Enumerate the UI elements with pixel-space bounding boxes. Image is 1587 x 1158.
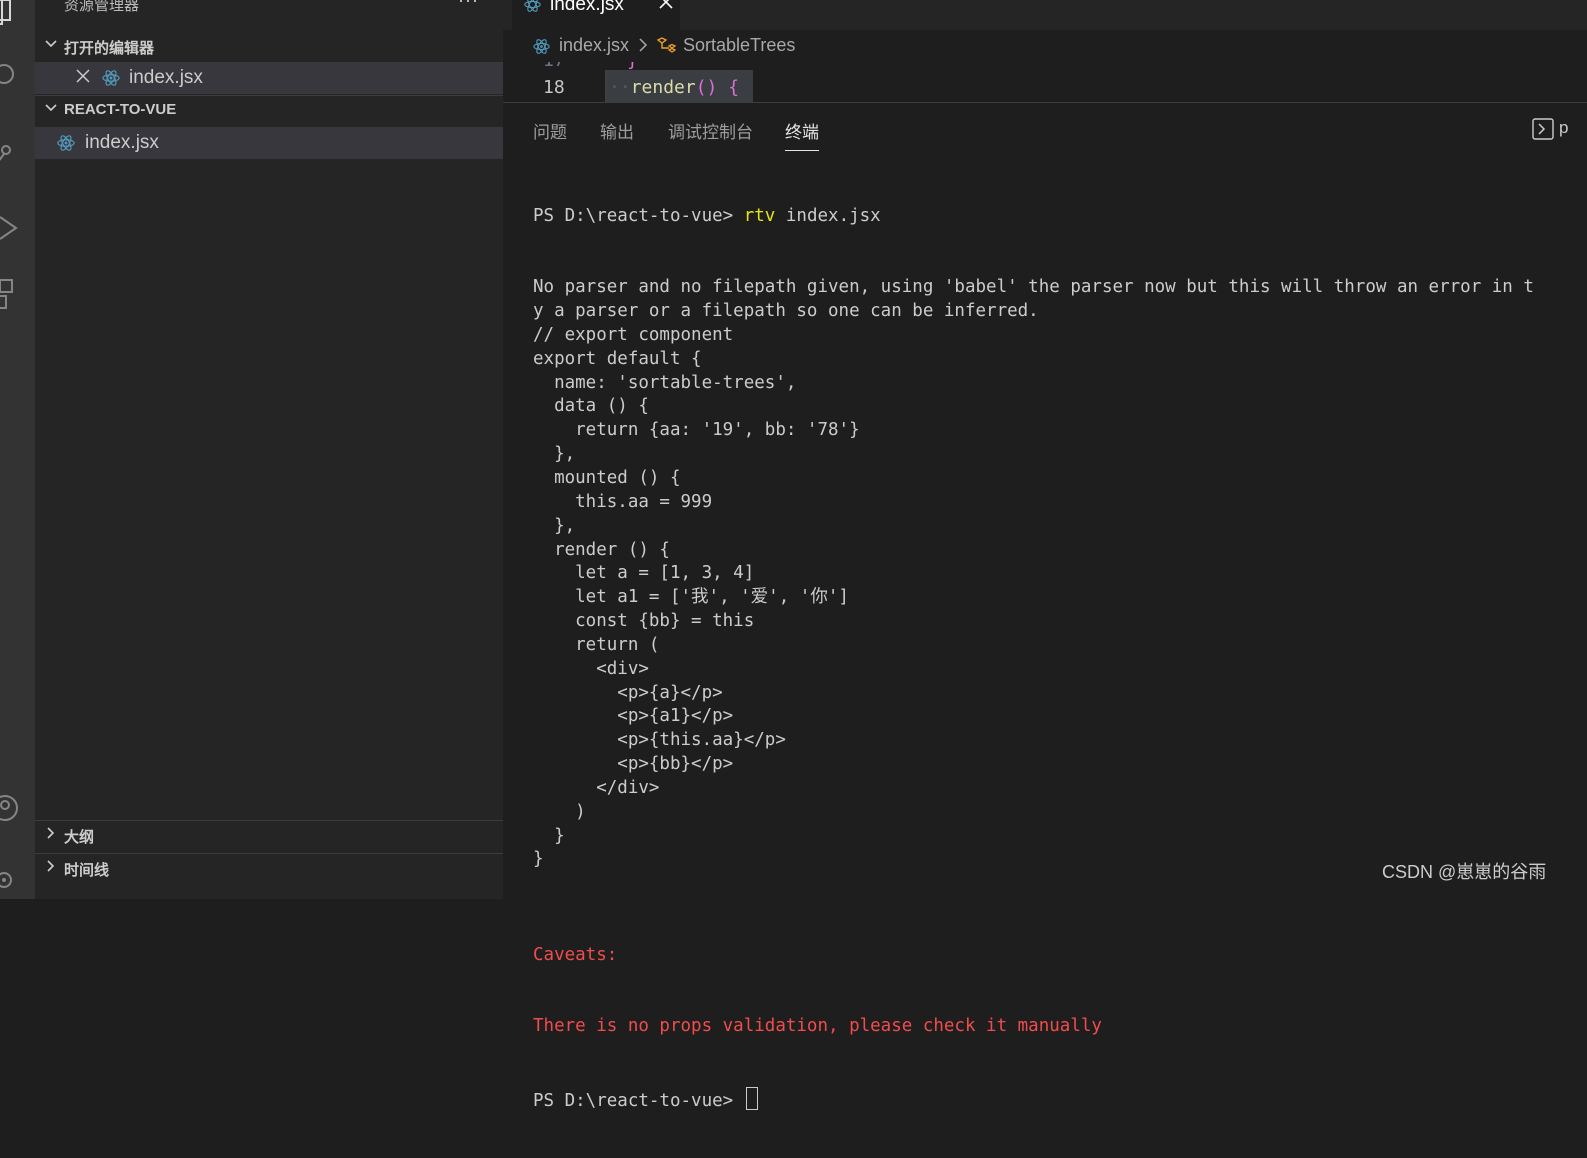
bottom-panel: 问题 输出 调试控制台 终端 p PS D:\react-to-vue> rtv… (503, 103, 1587, 1111)
terminal-line: } (533, 825, 565, 846)
close-icon[interactable] (658, 0, 674, 10)
chevron-right-icon (47, 860, 55, 872)
open-editors-header[interactable]: 打开的编辑器 (35, 32, 503, 60)
outline-header[interactable]: 大纲 (35, 820, 503, 849)
panel-tabs: 问题 输出 调试控制台 终端 p (503, 103, 1587, 151)
terminal-line: this.aa = 999 (533, 491, 713, 512)
chevron-down-icon (45, 104, 57, 112)
terminal-cursor (745, 1086, 758, 1110)
class-symbol-icon (656, 37, 677, 53)
open-editor-label: index.jsx (129, 67, 203, 88)
terminal-line: name: 'sortable-trees', (533, 372, 797, 393)
line-number: 17 (543, 62, 565, 71)
project-folder-header[interactable]: REACT-TO-VUE (35, 95, 503, 124)
source-control-icon[interactable] (0, 134, 35, 174)
breadcrumb-symbol[interactable]: SortableTrees (683, 35, 795, 56)
terminal-line: return {aa: '19', bb: '78'} (533, 420, 860, 441)
line-number: 18 (543, 77, 565, 98)
terminal-line: <p>{this.aa}</p> (533, 730, 786, 751)
timeline-header[interactable]: 时间线 (35, 853, 503, 882)
editor-tab-bar: index.jsx (503, 0, 1587, 30)
file-tree-item[interactable]: index.jsx (35, 127, 503, 159)
tab-terminal[interactable]: 终端 (785, 118, 819, 151)
chevron-down-icon (45, 40, 57, 48)
terminal-line: ) (533, 801, 586, 822)
terminal-lines: No parser and no filepath given, using '… (533, 276, 1534, 896)
terminal-line: <div> (533, 658, 649, 679)
terminal-line: export default { (533, 348, 702, 369)
gear-icon[interactable] (0, 856, 35, 896)
breadcrumb-file[interactable]: index.jsx (559, 35, 629, 56)
file-tree-label: index.jsx (85, 132, 159, 153)
tab-debug-console[interactable]: 调试控制台 (668, 118, 753, 143)
extensions-icon[interactable] (0, 272, 35, 312)
account-icon[interactable] (0, 786, 35, 826)
search-icon[interactable] (0, 56, 35, 96)
terminal-line: No parser and no filepath given, using '… (533, 277, 1534, 298)
terminal-line: }, (533, 444, 576, 465)
terminal-launch-icon[interactable] (1532, 118, 1554, 140)
open-editors-label: 打开的编辑器 (64, 40, 155, 57)
terminal-line: <p>{a1}</p> (533, 706, 734, 727)
project-folder-label: REACT-TO-VUE (64, 101, 177, 118)
react-file-icon (533, 39, 550, 54)
terminal-line: let a = [1, 3, 4] (533, 563, 755, 584)
open-editor-item[interactable]: index.jsx (35, 62, 503, 94)
react-file-icon (102, 70, 120, 86)
terminal-line: y a parser or a filepath so one can be i… (533, 301, 1039, 322)
caveats-message: There is no props validation, please che… (533, 1016, 1102, 1037)
react-file-icon (57, 135, 75, 151)
terminal-line: mounted () { (533, 467, 681, 488)
code-line: ··render() { (609, 77, 740, 98)
breadcrumb: index.jsx SortableTrees (503, 30, 1587, 62)
activity-bar (0, 0, 35, 899)
terminal-line: <p>{bb}</p> (533, 754, 734, 775)
watermark: CSDN @崽崽的谷雨 (1382, 862, 1547, 882)
terminal-line: data () { (533, 396, 649, 417)
react-file-icon (524, 0, 541, 12)
tab-problems[interactable]: 问题 (533, 118, 567, 143)
timeline-label: 时间线 (64, 862, 110, 879)
terminal-command-line: PS D:\react-to-vue> rtv index.jsx (533, 205, 881, 226)
close-icon[interactable] (75, 68, 91, 84)
terminal-line: let a1 = ['我', '爱', '你'] (533, 587, 849, 608)
run-debug-icon[interactable] (0, 208, 35, 248)
chevron-right-icon (639, 38, 648, 52)
terminal-line: render () { (533, 539, 670, 560)
chevron-right-icon (47, 827, 55, 839)
outline-label: 大纲 (64, 829, 95, 846)
more-actions-button[interactable]: ··· (458, 0, 479, 11)
terminal-prompt: PS D:\react-to-vue> (533, 1086, 1534, 1111)
sidebar-title: 资源管理器 (64, 0, 140, 14)
caveats-title: Caveats: (533, 944, 618, 965)
explorer-sidebar: 资源管理器 ··· 打开的编辑器 index.jsx REACT-TO-VUE … (35, 0, 503, 899)
panel-extra-label[interactable]: p (1559, 118, 1568, 138)
tab-output[interactable]: 输出 (600, 118, 634, 143)
terminal-line: // export component (533, 324, 734, 345)
terminal-line: }, (533, 515, 576, 536)
terminal-line: <p>{a}</p> (533, 682, 723, 703)
terminal-line: </div> (533, 777, 660, 798)
code-editor[interactable]: 17 } 18 ··render() { (503, 62, 1587, 103)
editor-tab-label: index.jsx (550, 0, 624, 15)
terminal-output[interactable]: PS D:\react-to-vue> rtv index.jsx No par… (533, 157, 1534, 1158)
explorer-icon[interactable] (0, 0, 35, 32)
editor-tab[interactable]: index.jsx (512, 0, 680, 30)
terminal-line: const {bb} = this (533, 611, 755, 632)
terminal-line: return ( (533, 634, 660, 655)
